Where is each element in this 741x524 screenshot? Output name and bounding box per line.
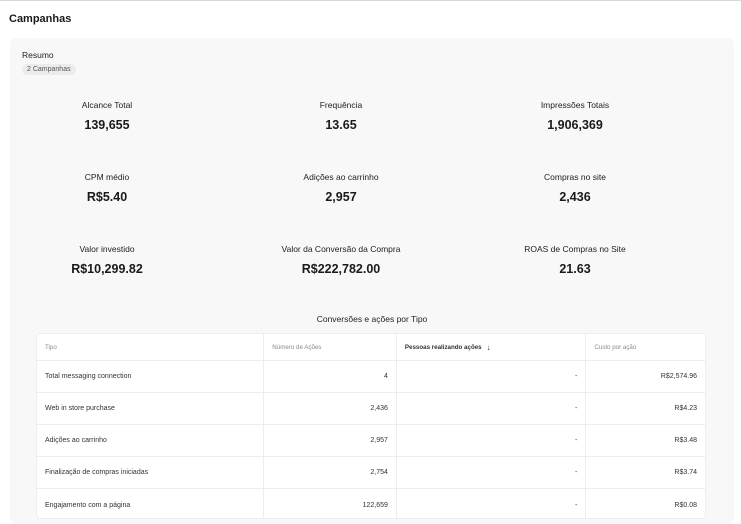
metric-valor-conversao: Valor da Conversão da Compra R$222,782.0… xyxy=(241,244,441,276)
cell-tipo: Total messaging connection xyxy=(45,373,132,380)
cell-custo: R$3.74 xyxy=(585,457,705,488)
metric-value: R$10,299.82 xyxy=(71,262,143,276)
arrow-down-icon[interactable]: ↓ xyxy=(487,343,491,352)
metric-label: Frequência xyxy=(319,100,363,110)
table-row: Total messaging connection 4 - R$2,574.9… xyxy=(37,361,705,393)
metric-value: R$5.40 xyxy=(86,190,128,204)
metric-value: 13.65 xyxy=(325,118,357,132)
metric-label: Alcance Total xyxy=(81,100,133,110)
cell-custo: R$3.48 xyxy=(585,425,705,456)
cell-pessoas: - xyxy=(395,425,585,456)
table-row: Adições ao carrinho 2,957 - R$3.48 xyxy=(37,425,705,457)
table-row: Finalização de compras iniciadas 2,754 -… xyxy=(37,457,705,489)
cell-custo: R$4.23 xyxy=(585,393,705,424)
cell-custo: R$0.08 xyxy=(585,489,705,518)
cell-numero-acoes: 4 xyxy=(263,361,396,392)
metric-value: 2,436 xyxy=(559,190,591,204)
metric-compras-site: Compras no site 2,436 xyxy=(475,172,675,204)
cell-pessoas: - xyxy=(395,361,585,392)
conversions-title: Conversões e ações por Tipo xyxy=(316,314,428,324)
cell-pessoas: - xyxy=(395,457,585,488)
metric-label: Compras no site xyxy=(544,172,606,182)
metric-label: CPM médio xyxy=(84,172,130,182)
cell-numero-acoes: 2,754 xyxy=(263,457,396,488)
metric-label: Adições ao carrinho xyxy=(303,172,379,182)
metric-value: 2,957 xyxy=(325,190,357,204)
campaign-count-badge: 2 Campanhas xyxy=(22,64,76,75)
metric-alcance-total: Alcance Total 139,655 xyxy=(7,100,207,132)
top-divider xyxy=(0,0,741,1)
metric-impressoes-totais: Impressões Totais 1,906,369 xyxy=(475,100,675,132)
metric-label: Valor investido xyxy=(79,244,135,254)
metric-value: 21.63 xyxy=(559,262,591,276)
summary-card: Resumo 2 Campanhas Alcance Total 139,655… xyxy=(10,38,734,524)
cell-numero-acoes: 2,957 xyxy=(263,425,396,456)
metric-adicoes-carrinho: Adições ao carrinho 2,957 xyxy=(241,172,441,204)
cell-pessoas: - xyxy=(395,393,585,424)
cell-custo: R$2,574.96 xyxy=(585,361,705,392)
metric-label: Valor da Conversão da Compra xyxy=(281,244,401,254)
column-header-numero-acoes[interactable]: Número de Ações xyxy=(263,334,396,360)
column-header-pessoas-realizando[interactable]: Pessoas realizando ações ↓ xyxy=(395,334,585,360)
cell-numero-acoes: 122,659 xyxy=(263,489,396,518)
metric-roas: ROAS de Compras no Site 21.63 xyxy=(475,244,675,276)
cell-tipo: Web in store purchase xyxy=(45,405,115,412)
metric-label: Impressões Totais xyxy=(540,100,610,110)
metric-value: R$222,782.00 xyxy=(301,262,381,276)
column-header-tipo[interactable]: Tipo xyxy=(37,334,263,360)
page-title: Campanhas xyxy=(9,13,72,25)
summary-title: Resumo xyxy=(22,50,54,60)
metric-valor-investido: Valor investido R$10,299.82 xyxy=(7,244,207,276)
cell-tipo: Adições ao carrinho xyxy=(45,437,107,444)
cell-tipo: Finalização de compras iniciadas xyxy=(45,469,149,476)
metric-value: 1,906,369 xyxy=(547,118,603,132)
cell-numero-acoes: 2,436 xyxy=(263,393,396,424)
metric-cpm-medio: CPM médio R$5.40 xyxy=(7,172,207,204)
table-row: Engajamento com a página 122,659 - R$0.0… xyxy=(37,489,705,518)
metric-value: 139,655 xyxy=(84,118,130,132)
conversions-table: Tipo Número de Ações Pessoas realizando … xyxy=(36,333,706,519)
metric-frequencia: Frequência 13.65 xyxy=(241,100,441,132)
cell-pessoas: - xyxy=(395,489,585,518)
column-header-custo-por-acao[interactable]: Custo por ação xyxy=(585,334,705,360)
metric-label: ROAS de Compras no Site xyxy=(524,244,626,254)
column-header-label: Pessoas realizando ações xyxy=(404,343,482,351)
cell-tipo: Engajamento com a página xyxy=(45,501,131,509)
table-header-row: Tipo Número de Ações Pessoas realizando … xyxy=(37,334,705,361)
table-row: Web in store purchase 2,436 - R$4.23 xyxy=(37,393,705,425)
